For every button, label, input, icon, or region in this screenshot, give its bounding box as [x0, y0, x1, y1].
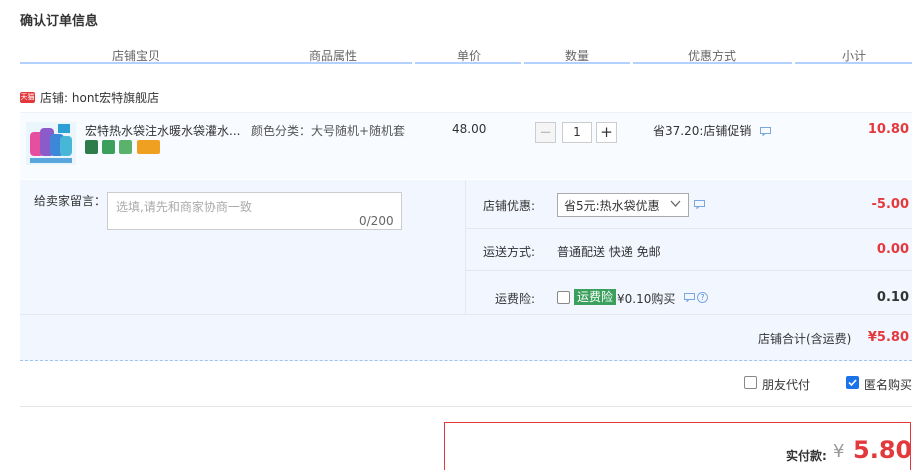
product-thumbnail[interactable] [26, 122, 76, 165]
divider [465, 228, 912, 229]
memo-label: 给卖家留言： [34, 194, 107, 208]
shop-total-amount: ¥5.80 [867, 330, 909, 345]
chat-bubble-icon[interactable] [694, 200, 705, 209]
anonymous-purchase-checkbox[interactable] [846, 376, 859, 389]
divider [20, 406, 912, 407]
shop-total-label: 店铺合计(含运费) [758, 332, 852, 346]
help-icon[interactable]: ? [697, 292, 708, 303]
quantity-decrease-button[interactable]: − [535, 122, 556, 143]
service-badge-icon[interactable] [85, 140, 98, 154]
quantity-input[interactable]: 1 [562, 122, 592, 143]
header-underline [524, 62, 630, 64]
shop-discount-label: 店铺优惠: [483, 199, 536, 213]
product-attribute: 颜色分类：大号随机+随机套 [251, 124, 406, 138]
guarantee-icon[interactable] [119, 140, 132, 154]
header-underline [795, 62, 912, 64]
promotion-text: 省37.20:店铺促销 [653, 124, 752, 138]
credit-card-icon[interactable] [137, 140, 160, 154]
shipping-label: 运送方式: [483, 245, 536, 259]
chat-bubble-icon[interactable] [760, 127, 771, 136]
seven-day-return-icon[interactable] [102, 140, 115, 154]
header-underline [415, 62, 521, 64]
divider [20, 360, 912, 362]
payment-amount: 5.80 [853, 436, 913, 464]
quantity-increase-button[interactable]: + [596, 122, 617, 143]
tmall-shop-icon: 天猫 [20, 92, 35, 103]
divider [465, 270, 912, 271]
chevron-down-icon[interactable] [670, 198, 681, 209]
product-name-link[interactable]: 宏特热水袋注水暖水袋灌水... [85, 122, 240, 139]
page-title: 确认订单信息 [20, 14, 99, 29]
memo-placeholder: 选填,请先和商家协商一致 [116, 200, 252, 214]
chat-bubble-icon[interactable] [684, 293, 695, 302]
freight-insurance-checkbox[interactable] [557, 291, 570, 304]
payment-currency: ¥ [833, 441, 845, 462]
shipping-method: 普通配送 快递 免邮 [557, 245, 661, 259]
friend-pay-label[interactable]: 朋友代付 [762, 376, 810, 393]
shop-name-link[interactable]: hont宏特旗舰店 [72, 91, 159, 105]
header-underline [633, 62, 792, 64]
shop-name[interactable]: 店铺: hont宏特旗舰店 [40, 89, 159, 106]
freight-insurance-amount: 0.10 [876, 290, 909, 305]
anonymous-purchase-label[interactable]: 匿名购买 [864, 376, 921, 393]
divider [465, 180, 466, 314]
shop-discount-amount: -5.00 [871, 197, 909, 212]
freight-insurance-price: ¥0.10购买 [617, 292, 676, 306]
divider [20, 314, 912, 315]
freight-insurance-label: 运费险: [495, 292, 536, 306]
payment-label: 实付款: [786, 449, 827, 463]
memo-char-counter: 0/200 [359, 214, 394, 228]
header-underline [20, 62, 412, 64]
shop-discount-selected: 省5元:热水袋优惠 [564, 199, 660, 213]
friend-pay-checkbox[interactable] [744, 376, 757, 389]
freight-insurance-tag: 运费险 [574, 289, 617, 305]
item-subtotal: 10.80 [867, 122, 909, 137]
unit-price: 48.00 [452, 122, 487, 136]
shop-label: 店铺: [40, 91, 69, 105]
shipping-amount: 0.00 [876, 242, 909, 257]
